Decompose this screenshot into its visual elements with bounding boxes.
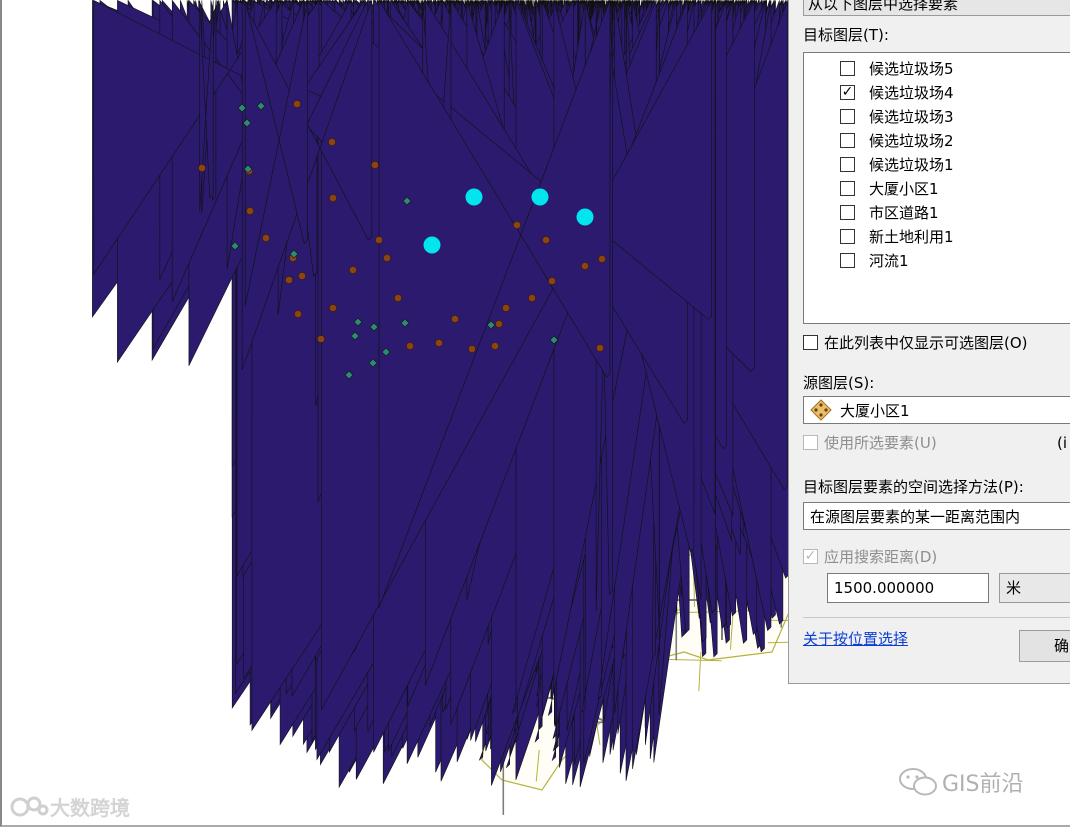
candidate-point-brown [468, 345, 476, 353]
use-selected-option[interactable]: 使用所选要素(U) [803, 432, 937, 453]
layer-checkbox-5[interactable] [840, 180, 855, 196]
layer-checkbox-2[interactable] [840, 108, 855, 124]
watermark-left-text: 大数跨境 [50, 796, 130, 820]
candidate-point-brown [349, 266, 357, 274]
selected-candidate-point [576, 208, 594, 226]
candidate-point-brown [435, 339, 443, 347]
candidate-point-brown [294, 310, 302, 318]
candidate-point-brown [495, 320, 503, 328]
layer-checkbox-1[interactable]: ✓ [840, 84, 855, 100]
only-selectable-checkbox[interactable] [803, 335, 818, 350]
candidate-point-brown [293, 100, 301, 108]
layer-item[interactable]: 候选垃圾场1 [840, 153, 954, 175]
help-link[interactable]: 关于按位置选择 [803, 628, 908, 649]
candidate-point-brown [298, 272, 306, 280]
use-selected-checkbox[interactable] [803, 435, 818, 450]
ok-button[interactable]: 确 [1019, 630, 1070, 662]
layer-item[interactable]: 候选垃圾场3 [840, 105, 954, 127]
use-selected-label: 使用所选要素(U) [824, 434, 937, 452]
selected-count: (i [1057, 434, 1068, 452]
layer-item[interactable]: 候选垃圾场5 [840, 57, 954, 79]
candidate-point-brown [581, 262, 589, 270]
candidate-point-brown [329, 194, 337, 202]
candidate-point-brown [262, 234, 270, 242]
candidate-point-brown [375, 236, 383, 244]
layer-name: 市区道路1 [869, 203, 939, 222]
distance-unit-dropdown[interactable]: 米 [999, 573, 1070, 603]
target-layers-list[interactable]: 候选垃圾场5 ✓ 候选垃圾场4 候选垃圾场3 候选垃圾场2 候选垃圾场1 大厦小区… [803, 52, 1070, 324]
layer-name: 候选垃圾场4 [869, 83, 954, 102]
layer-name: 大厦小区1 [869, 179, 939, 198]
spatial-method-dropdown[interactable]: 在源图层要素的某一距离范围内 [803, 502, 1070, 530]
candidate-point-brown [246, 207, 254, 215]
watermark-right-text: GIS前沿 [942, 772, 1024, 797]
layer-name: 新土地利用1 [869, 227, 954, 246]
select-by-location-dialog: 从以下图层中选择要素 目标图层(T): 候选垃圾场5 ✓ 候选垃圾场4 候选垃圾场… [788, 0, 1070, 684]
distance-input[interactable]: 1500.000000 [827, 573, 989, 603]
candidate-point-brown [513, 221, 521, 229]
candidate-point-brown [394, 294, 402, 302]
building-points-layer [92, 0, 790, 789]
selected-candidate-point [465, 188, 483, 206]
candidate-point-brown [502, 304, 510, 312]
candidate-point-brown [285, 276, 293, 284]
layer-name: 候选垃圾场2 [869, 131, 954, 150]
layer-name: 河流1 [869, 251, 909, 270]
candidate-point-brown [491, 342, 499, 350]
wechat-icon [899, 768, 937, 796]
layer-name: 候选垃圾场5 [869, 59, 954, 78]
layer-checkbox-0[interactable] [840, 60, 855, 76]
apply-distance-label: 应用搜索距离(D) [824, 548, 938, 566]
brand-logo-icon [10, 796, 49, 816]
source-layer-value: 大厦小区1 [840, 401, 910, 420]
layer-checkbox-7[interactable] [840, 228, 855, 244]
candidate-point-brown [548, 277, 556, 285]
candidate-point-brown [371, 161, 379, 169]
watermark-left: 大数跨境 [10, 792, 130, 821]
candidate-point-brown [317, 335, 325, 343]
layer-item[interactable]: 候选垃圾场2 [840, 129, 954, 151]
layer-checkbox-6[interactable] [840, 204, 855, 220]
layer-item[interactable]: 河流1 [840, 249, 909, 271]
watermark-right: GIS前沿 [898, 766, 1024, 798]
layer-item[interactable]: 新土地利用1 [840, 225, 954, 247]
target-layers-label: 目标图层(T): [803, 26, 889, 44]
candidate-point-brown [451, 315, 459, 323]
layer-name: 候选垃圾场1 [869, 155, 954, 174]
method-label: 目标图层要素的空间选择方法(P): [803, 478, 1024, 496]
candidate-point-brown [328, 138, 336, 146]
layer-checkbox-4[interactable] [840, 156, 855, 172]
candidate-point-brown [528, 294, 536, 302]
candidate-point-brown [406, 342, 414, 350]
apply-distance-option[interactable]: ✓ 应用搜索距离(D) [803, 546, 937, 567]
spatial-method-value: 在源图层要素的某一距离范围内 [810, 507, 1021, 526]
divider [803, 617, 1070, 618]
layer-item[interactable]: 市区道路1 [840, 201, 939, 223]
polygon-layer-icon [810, 399, 832, 421]
source-layer-dropdown[interactable]: 大厦小区1 [803, 396, 1070, 424]
selected-candidate-point [423, 236, 441, 254]
candidate-point-brown [542, 236, 550, 244]
layer-item[interactable]: ✓ 候选垃圾场4 [840, 81, 954, 103]
apply-distance-checkbox[interactable]: ✓ [803, 549, 818, 564]
layer-checkbox-8[interactable] [840, 252, 855, 268]
only-selectable-option[interactable]: 在此列表中仅显示可选图层(O) [803, 332, 1028, 353]
candidate-point-brown [596, 344, 604, 352]
layer-name: 候选垃圾场3 [869, 107, 954, 126]
candidate-point-brown [198, 164, 206, 172]
selection-method-dropdown[interactable]: 从以下图层中选择要素 [803, 0, 1070, 16]
candidate-point-brown [329, 304, 337, 312]
selected-candidate-point [531, 188, 549, 206]
candidate-point-brown [598, 255, 606, 263]
source-layer-label: 源图层(S): [803, 374, 875, 392]
only-selectable-label: 在此列表中仅显示可选图层(O) [824, 334, 1028, 352]
layer-item[interactable]: 大厦小区1 [840, 177, 939, 199]
candidate-point-brown [383, 254, 391, 262]
layer-checkbox-3[interactable] [840, 132, 855, 148]
